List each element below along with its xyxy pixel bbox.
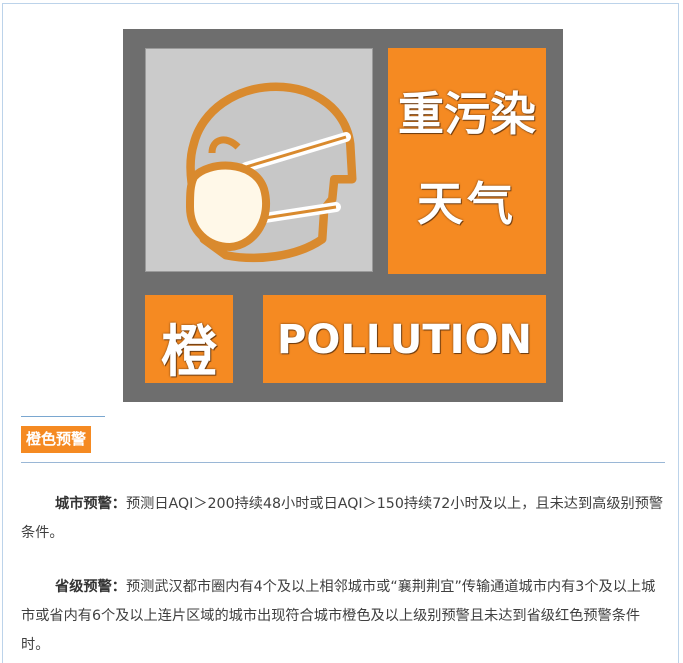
section-divider-long xyxy=(21,462,665,463)
person-wearing-mask-icon xyxy=(185,82,357,263)
warning-level-label: 橙 xyxy=(161,320,217,385)
title-panel: 重污染 天气 xyxy=(388,48,546,274)
pollution-warning-sign: 重污染 天气 橙 POLLUTION xyxy=(123,29,563,402)
title-line-1: 重污染 xyxy=(398,87,536,141)
mask-illustration-panel xyxy=(145,48,373,272)
section-badge: 橙色预警 xyxy=(21,426,92,453)
title-line-2: 天气 xyxy=(417,177,517,231)
city-warning-label: 城市预警： xyxy=(55,496,126,512)
province-warning-paragraph: 省级预警：预测武汉都市圈内有4个及以上相邻城市或“襄荆荆宜”传输通道城市内有3个… xyxy=(21,573,665,660)
province-warning-label: 省级预警： xyxy=(55,579,126,595)
city-warning-paragraph: 城市预警：预测日AQI＞200持续48小时或日AQI＞150持续72小时及以上，… xyxy=(21,490,665,548)
section-divider-short xyxy=(21,416,105,417)
warning-level-panel: 橙 xyxy=(145,295,233,385)
english-label: POLLUTION xyxy=(277,317,532,363)
english-label-panel: POLLUTION xyxy=(263,295,546,383)
